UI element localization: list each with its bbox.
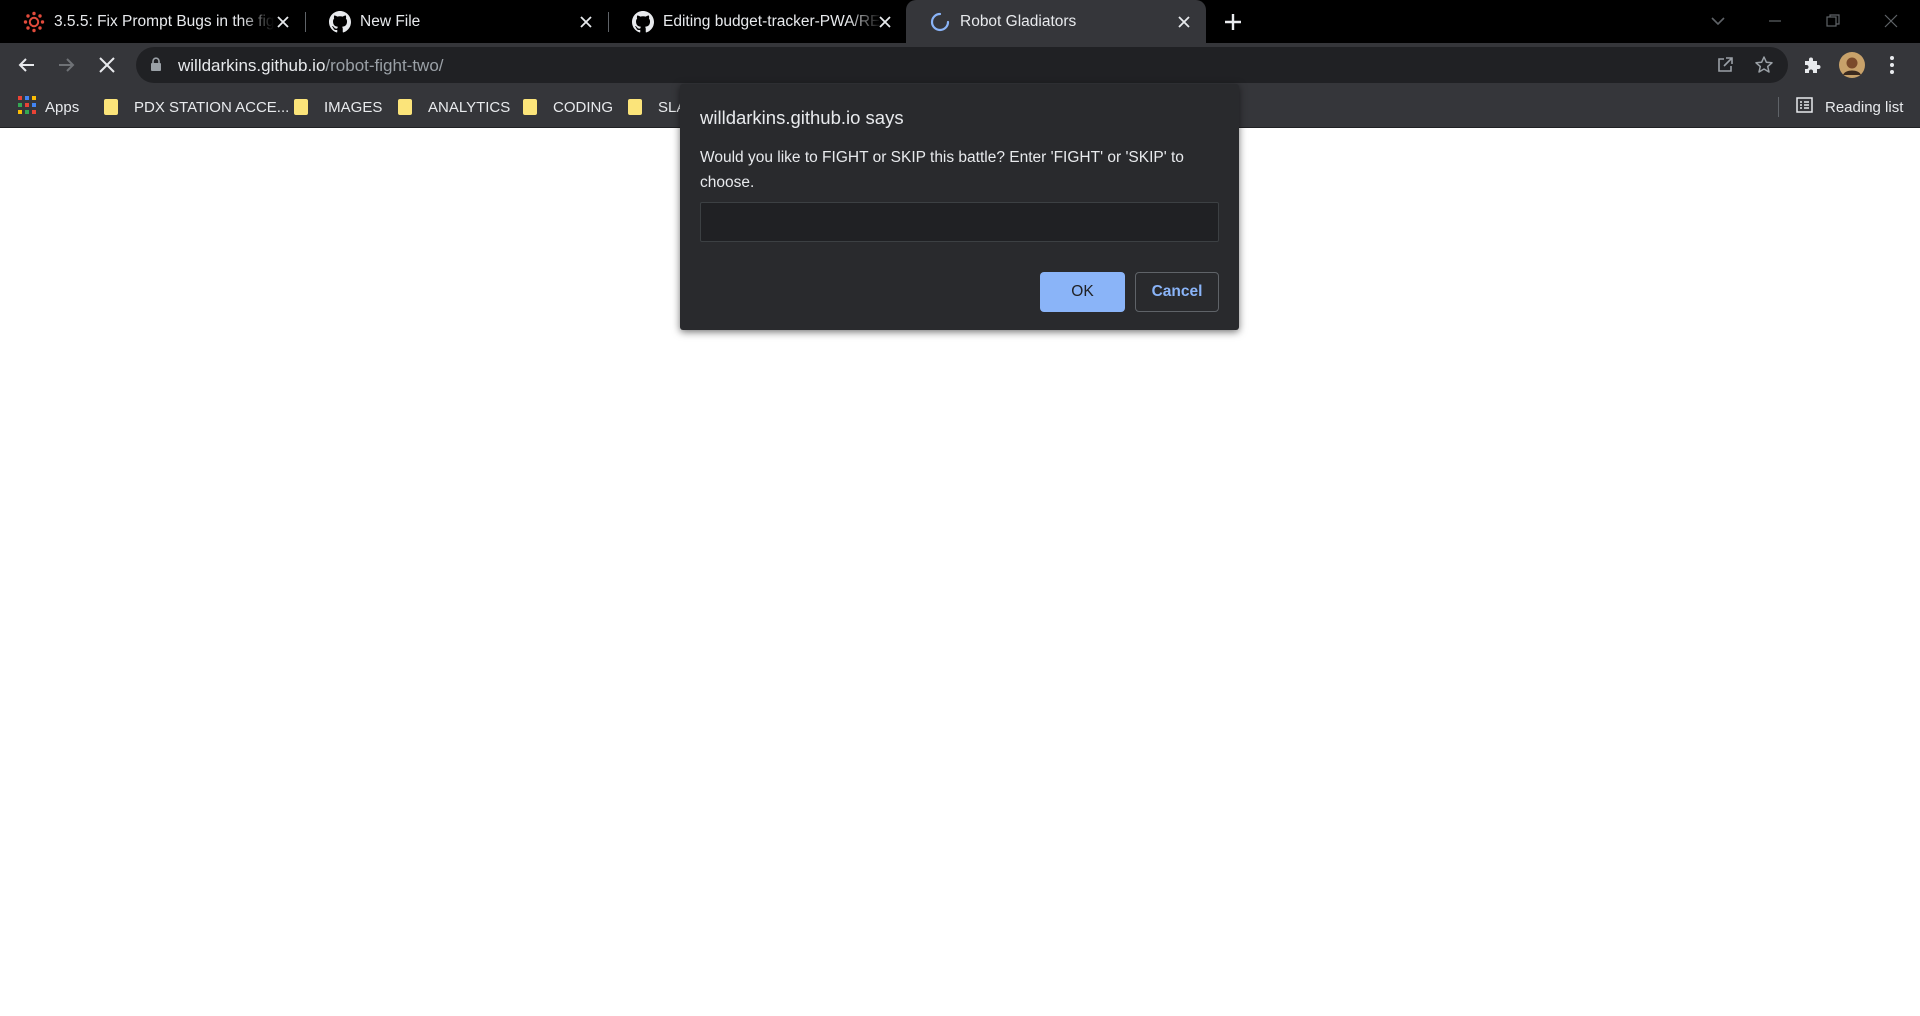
apps-grid-icon — [18, 95, 36, 119]
bookmark-apps[interactable]: Apps — [18, 95, 79, 119]
new-tab-button[interactable] — [1220, 9, 1246, 35]
tab-robot-gladiators[interactable]: Robot Gladiators — [906, 0, 1206, 43]
url-host: willdarkins.github.io — [178, 56, 326, 75]
url-text[interactable]: willdarkins.github.io/robot-fight-two/ — [178, 56, 444, 76]
tab-new-file[interactable]: New File — [306, 0, 608, 43]
back-button[interactable] — [11, 49, 43, 81]
bookmark-folder[interactable]: IMAGES — [294, 95, 382, 119]
cancel-button[interactable]: Cancel — [1135, 272, 1219, 312]
reading-list-button[interactable]: Reading list — [1796, 95, 1903, 119]
close-tab-icon[interactable] — [875, 12, 895, 32]
bookmark-folder[interactable]: SLA — [628, 95, 686, 119]
ok-button[interactable]: OK — [1040, 272, 1125, 312]
close-window-icon[interactable] — [1876, 6, 1906, 36]
bookmark-folder[interactable]: CODING — [523, 95, 613, 119]
github-icon — [328, 10, 352, 34]
canvas-icon — [22, 10, 46, 34]
tab-editing-budget-tracker[interactable]: Editing budget-tracker-PWA/REA — [609, 0, 907, 43]
forward-button[interactable] — [50, 49, 82, 81]
prompt-dialog: willdarkins.github.io says Would you lik… — [680, 84, 1239, 330]
bookmarks-separator — [1778, 97, 1779, 117]
minimize-icon[interactable] — [1760, 6, 1790, 36]
bookmark-folder[interactable]: ANALYTICS — [398, 95, 510, 119]
tab-search-icon[interactable] — [1703, 6, 1733, 36]
dialog-title: willdarkins.github.io says — [700, 107, 904, 128]
tab-title: New File — [360, 12, 421, 30]
menu-kebab-icon[interactable] — [1876, 49, 1908, 81]
bookmark-star-icon[interactable] — [1752, 53, 1776, 77]
close-tab-icon[interactable] — [576, 12, 596, 32]
profile-avatar[interactable] — [1836, 49, 1868, 81]
folder-icon — [628, 99, 642, 115]
dialog-message: Would you like to FIGHT or SKIP this bat… — [700, 149, 1184, 191]
bookmark-label: IMAGES — [324, 98, 383, 116]
tab-strip: 3.5.5: Fix Prompt Bugs in the figh New F… — [0, 0, 1920, 43]
folder-icon — [294, 99, 308, 115]
folder-icon — [523, 99, 537, 115]
lock-icon[interactable] — [150, 57, 164, 73]
prompt-input[interactable] — [700, 202, 1219, 242]
bookmark-label: PDX STATION ACCE... — [134, 98, 290, 116]
bookmark-label: ANALYTICS — [428, 98, 511, 116]
loading-spinner-icon — [928, 10, 952, 34]
browser-toolbar: willdarkins.github.io/robot-fight-two/ — [0, 43, 1920, 86]
tab-title: Robot Gladiators — [960, 12, 1077, 30]
stop-loading-button[interactable] — [91, 49, 123, 81]
tab-canvas-assignment[interactable]: 3.5.5: Fix Prompt Bugs in the figh — [0, 0, 305, 43]
folder-icon — [104, 99, 118, 115]
reading-list-icon — [1796, 96, 1813, 118]
github-icon — [631, 10, 655, 34]
bookmark-folder[interactable]: PDX STATION ACCE... — [104, 95, 289, 119]
tab-title: 3.5.5: Fix Prompt Bugs in the figh — [54, 12, 274, 30]
address-bar[interactable]: willdarkins.github.io/robot-fight-two/ — [136, 47, 1788, 83]
reading-list-label: Reading list — [1825, 98, 1904, 116]
close-tab-icon[interactable] — [273, 12, 293, 32]
tab-title: Editing budget-tracker-PWA/REA — [663, 12, 881, 30]
folder-icon — [398, 99, 412, 115]
close-tab-icon[interactable] — [1174, 12, 1194, 32]
url-path: /robot-fight-two/ — [325, 56, 444, 75]
bookmark-label: Apps — [45, 98, 80, 116]
restore-icon[interactable] — [1818, 6, 1848, 36]
extensions-puzzle-icon[interactable] — [1796, 49, 1828, 81]
share-icon[interactable] — [1713, 53, 1737, 77]
bookmark-label: CODING — [553, 98, 613, 116]
